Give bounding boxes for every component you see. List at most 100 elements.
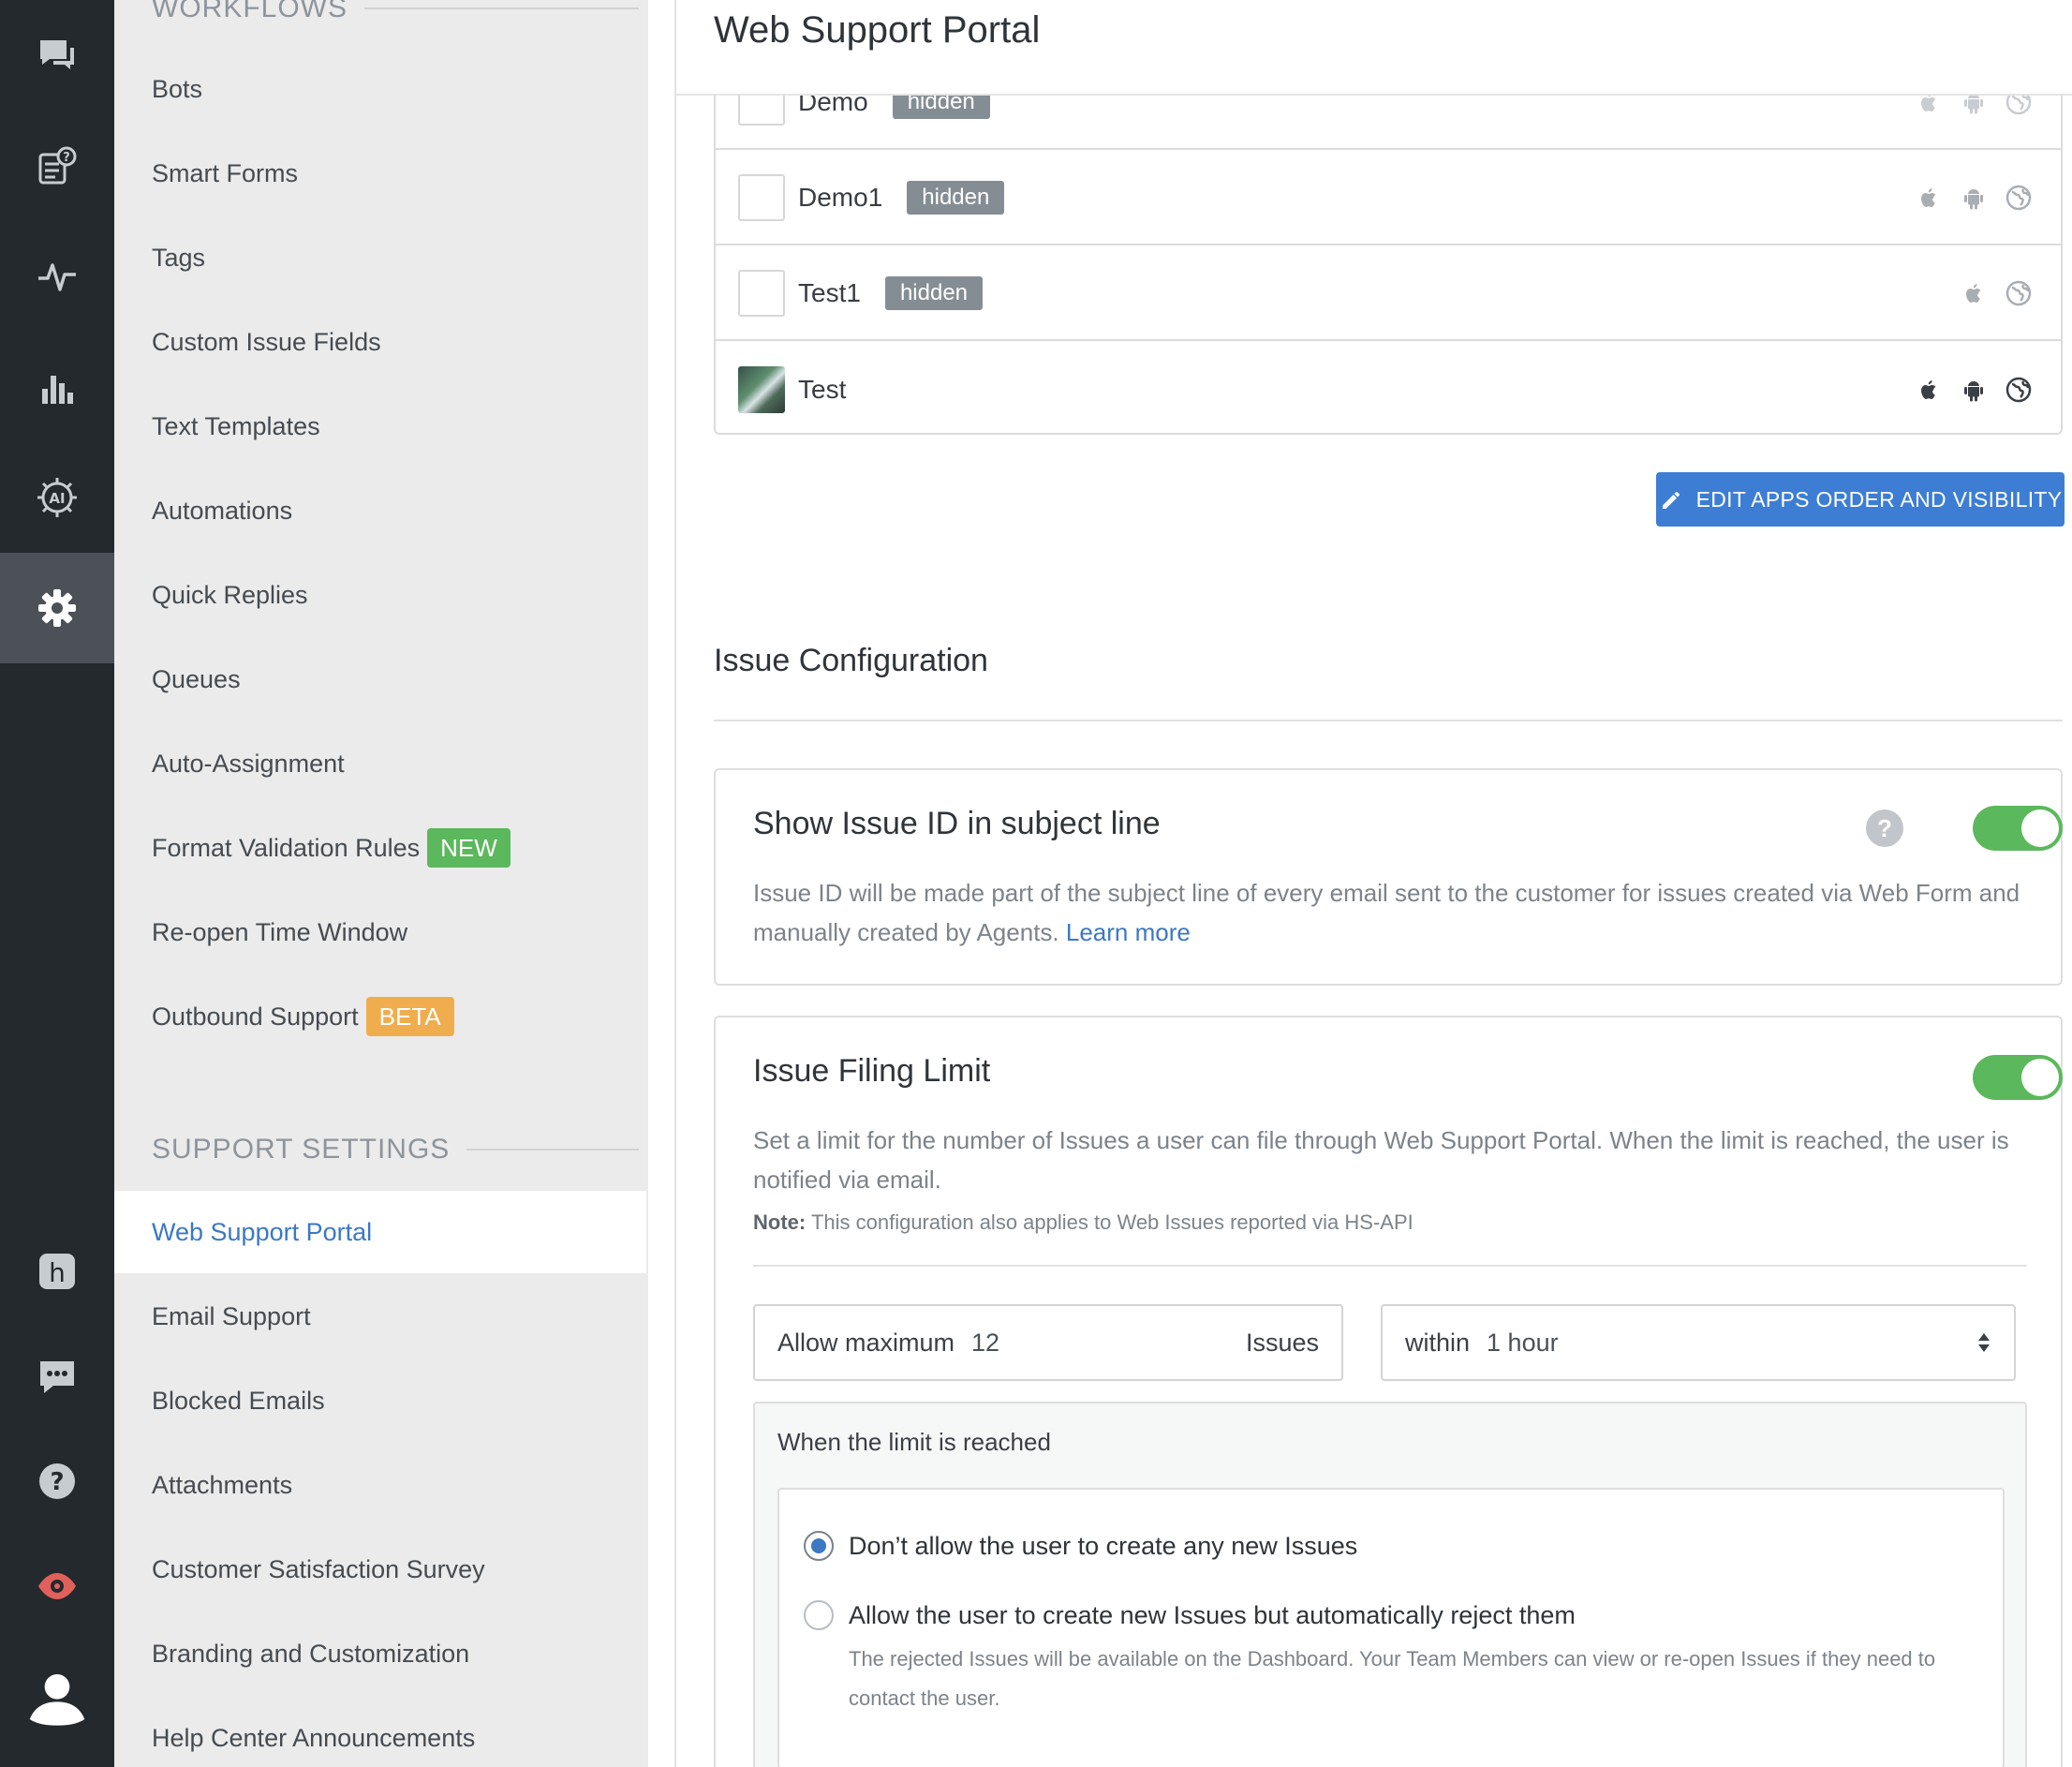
- app-row[interactable]: Demo1 hidden: [716, 152, 2061, 245]
- chat-bubbles-icon: [40, 40, 74, 69]
- edit-apps-order-button[interactable]: EDIT APPS ORDER AND VISIBILITY: [1656, 472, 2065, 527]
- pencil-icon: [1662, 492, 1680, 509]
- sidebar-item-blocked-emails[interactable]: Blocked Emails: [114, 1359, 646, 1442]
- rail-ai[interactable]: AI: [0, 442, 114, 553]
- rail-helpshift[interactable]: h: [0, 1216, 114, 1327]
- eye-icon: [38, 1573, 76, 1599]
- limit-reached-panel: When the limit is reached Don’t allow th…: [753, 1402, 2027, 1767]
- sidebar-item-custom-issue-fields[interactable]: Custom Issue Fields: [114, 301, 646, 383]
- show-issue-id-description: Issue ID will be made part of the subjec…: [753, 879, 2020, 946]
- limit-reached-heading: When the limit is reached: [777, 1428, 1051, 1456]
- option-block-new-issues[interactable]: Don’t allow the user to create any new I…: [804, 1531, 1357, 1561]
- svg-text:?: ?: [63, 151, 70, 165]
- icon-rail: ? AI h ?: [0, 0, 114, 1767]
- page-header: Web Support Portal: [676, 0, 2072, 96]
- platform-icons: [1915, 376, 2033, 404]
- app-name: Test1: [798, 278, 861, 307]
- app-thumbnail: [738, 366, 785, 413]
- show-issue-id-toggle[interactable]: [1973, 806, 2063, 851]
- apple-icon: [1921, 188, 1936, 207]
- show-issue-id-card: Show Issue ID in subject line ? Issue ID…: [714, 768, 2063, 986]
- rail-faq[interactable]: ?: [0, 111, 114, 221]
- apps-list: Demo hidden Demo1 hidden Test1 hidden Te…: [714, 56, 2063, 435]
- page-title: Web Support Portal: [714, 9, 1041, 51]
- main-content: Web Support Portal Demo hidden Demo1 hid…: [676, 0, 2072, 1767]
- rail-preview[interactable]: [0, 1531, 114, 1641]
- support-settings-heading: SUPPORT SETTINGS: [152, 1134, 639, 1166]
- workflows-heading: WORKFLOWS: [152, 0, 639, 24]
- platform-icons: [1960, 279, 2033, 307]
- sidebar-item-branding[interactable]: Branding and Customization: [114, 1612, 646, 1695]
- sidebar-item-web-support-portal[interactable]: Web Support Portal: [114, 1191, 646, 1273]
- inner-divider: [753, 1265, 2027, 1267]
- sidebar-item-csat-survey[interactable]: Customer Satisfaction Survey: [114, 1528, 646, 1611]
- show-issue-id-title: Show Issue ID in subject line: [753, 806, 1161, 841]
- sidebar-item-outbound-support[interactable]: Outbound Support BETA: [114, 975, 646, 1058]
- help-icon[interactable]: ?: [1866, 809, 1903, 847]
- beta-badge: BETA: [365, 997, 454, 1036]
- svg-text:h: h: [49, 1257, 66, 1288]
- android-icon: [1964, 189, 1983, 210]
- issue-filing-limit-toggle[interactable]: [1973, 1055, 2063, 1100]
- sidebar-item-help-center-announcements[interactable]: Help Center Announcements: [114, 1697, 646, 1767]
- sidebar-item-smart-forms[interactable]: Smart Forms: [114, 132, 646, 215]
- sidebar-item-quick-replies[interactable]: Quick Replies: [114, 554, 646, 636]
- h-logo-icon: h: [39, 1254, 75, 1289]
- sort-arrows-icon: [1978, 1333, 1990, 1352]
- bar-chart-icon: [42, 376, 73, 404]
- time-window-value: 1 hour: [1487, 1328, 1559, 1357]
- activity-pulse-icon: [38, 263, 76, 291]
- issue-configuration-title: Issue Configuration: [714, 643, 988, 678]
- sidebar-item-tags[interactable]: Tags: [114, 216, 646, 299]
- app-name: Test: [798, 375, 847, 404]
- settings-sidebar: WORKFLOWS Bots Smart Forms Tags Custom I…: [114, 0, 648, 1767]
- max-issues-value[interactable]: 12: [971, 1329, 999, 1358]
- learn-more-link[interactable]: Learn more: [1066, 918, 1191, 946]
- hidden-badge: hidden: [884, 276, 984, 310]
- hs-api-note: Note: This configuration also applies to…: [753, 1210, 1413, 1234]
- option-auto-reject-issues[interactable]: Allow the user to create new Issues but …: [804, 1600, 1576, 1630]
- section-divider: [714, 720, 2063, 721]
- sidebar-item-text-templates[interactable]: Text Templates: [114, 385, 646, 468]
- sidebar-item-email-support[interactable]: Email Support: [114, 1275, 646, 1358]
- rail-activity[interactable]: [0, 221, 114, 332]
- radio-unselected[interactable]: [804, 1600, 834, 1630]
- radio-selected[interactable]: [804, 1531, 834, 1561]
- issue-filing-limit-card: Issue Filing Limit Set a limit for the n…: [714, 1016, 2063, 1767]
- rail-analytics[interactable]: [0, 332, 114, 442]
- rail-messages[interactable]: [0, 1321, 114, 1432]
- hidden-badge: hidden: [907, 181, 1005, 215]
- user-avatar-icon: [29, 1674, 85, 1726]
- app-icon-placeholder: [738, 270, 785, 317]
- apple-icon: [1966, 284, 1981, 303]
- app-name: Demo1: [798, 183, 883, 212]
- app-row[interactable]: Test: [716, 343, 2061, 437]
- rail-settings[interactable]: [0, 553, 114, 663]
- issue-filing-limit-description: Set a limit for the number of Issues a u…: [753, 1126, 2009, 1194]
- sidebar-item-attachments[interactable]: Attachments: [114, 1444, 646, 1526]
- app-row[interactable]: Test1 hidden: [716, 247, 2061, 341]
- time-window-select[interactable]: within 1 hour: [1381, 1304, 2016, 1381]
- sidebar-item-queues[interactable]: Queues: [114, 638, 646, 720]
- web-globe-icon: [2005, 185, 2032, 211]
- rail-help[interactable]: ?: [0, 1426, 114, 1537]
- rail-profile[interactable]: [0, 1641, 114, 1752]
- sidebar-item-reopen-time-window[interactable]: Re-open Time Window: [114, 891, 646, 973]
- limit-action-options: Don’t allow the user to create any new I…: [777, 1488, 2005, 1767]
- gear-icon: [38, 589, 76, 627]
- help-circle-icon: ?: [39, 1463, 75, 1499]
- rail-conversations[interactable]: [0, 0, 114, 111]
- faq-article-icon: ?: [38, 146, 77, 185]
- sidebar-item-auto-assignment[interactable]: Auto-Assignment: [114, 722, 646, 805]
- ai-brain-icon: AI: [37, 478, 77, 517]
- sidebar-item-automations[interactable]: Automations: [114, 469, 646, 552]
- max-issues-input[interactable]: Allow maximum 12 Issues: [753, 1304, 1343, 1381]
- auto-reject-description: The rejected Issues will be available on…: [849, 1647, 1936, 1710]
- sidebar-item-bots[interactable]: Bots: [114, 48, 646, 130]
- issue-filing-limit-title: Issue Filing Limit: [753, 1053, 991, 1089]
- message-dots-icon: [40, 1361, 74, 1393]
- sidebar-item-format-validation-rules[interactable]: Format Validation Rules NEW: [114, 807, 646, 889]
- svg-text:?: ?: [50, 1468, 64, 1496]
- platform-icons: [1915, 184, 2033, 212]
- apple-icon: [1921, 380, 1936, 399]
